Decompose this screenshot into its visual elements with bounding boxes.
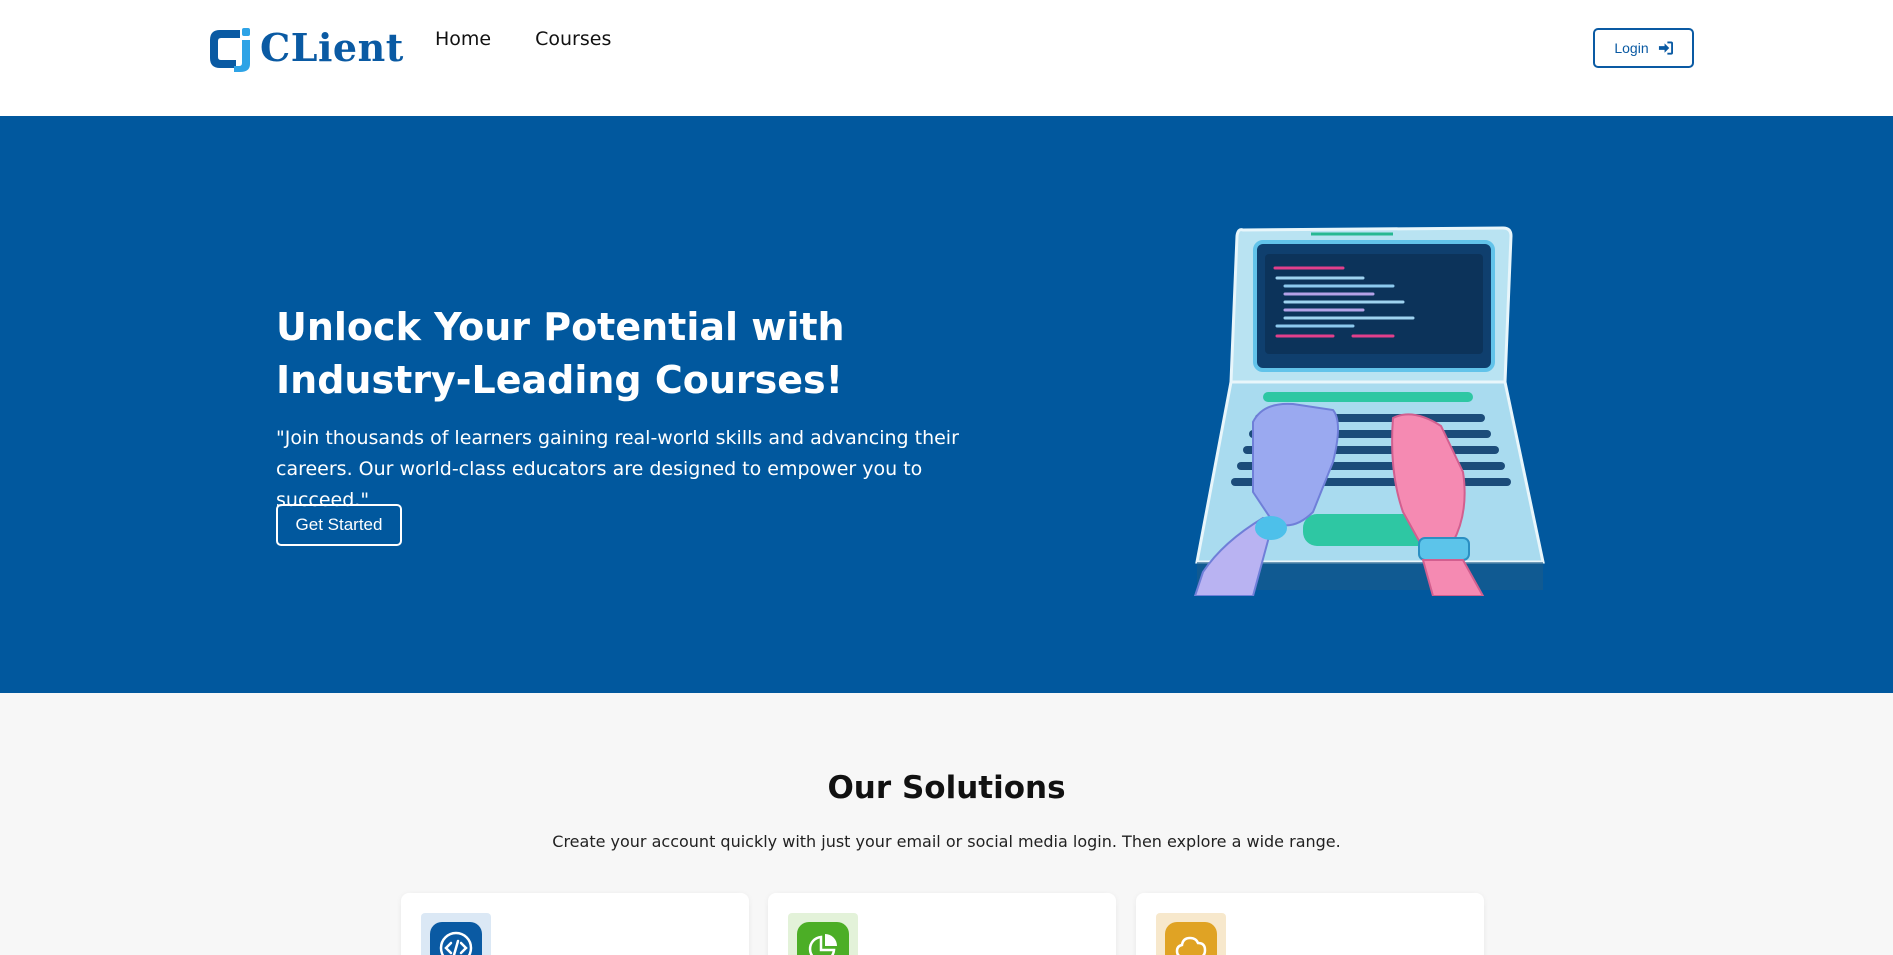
get-started-button[interactable]: Get Started [276,504,402,546]
laptop-robot-hands-illustration [1193,226,1545,596]
login-label: Login [1614,40,1649,56]
logo-mark-icon [210,28,250,72]
solution-card[interactable] [401,893,749,955]
solutions-subtitle: Create your account quickly with just yo… [552,832,1341,851]
solutions-title: Our Solutions [827,770,1066,806]
hero-title-line2: Industry-Leading Courses! [276,358,843,402]
logo[interactable]: CLient [206,24,404,72]
card-icon-container [1156,913,1226,955]
card-icon-container [788,913,858,955]
hero-section: Unlock Your Potential with Industry-Lead… [0,116,1893,693]
hero-subtitle: "Join thousands of learners gaining real… [276,427,959,511]
cloud-icon [1165,922,1217,955]
hero-title-line1: Unlock Your Potential with [276,305,845,349]
logo-text: CLient [260,25,404,70]
solution-card[interactable] [1136,893,1484,955]
nav-courses[interactable]: Courses [535,28,611,50]
pie-chart-icon [797,922,849,955]
code-icon [430,922,482,955]
solution-card[interactable] [768,893,1116,955]
site-header: CLient Home Courses Login [0,0,1893,116]
main-nav: Home Courses [435,28,611,50]
sign-in-icon [1658,41,1673,55]
hero-title: Unlock Your Potential with Industry-Lead… [276,301,896,407]
nav-home[interactable]: Home [435,28,491,50]
login-button[interactable]: Login [1593,28,1694,68]
card-icon-container [421,913,491,955]
